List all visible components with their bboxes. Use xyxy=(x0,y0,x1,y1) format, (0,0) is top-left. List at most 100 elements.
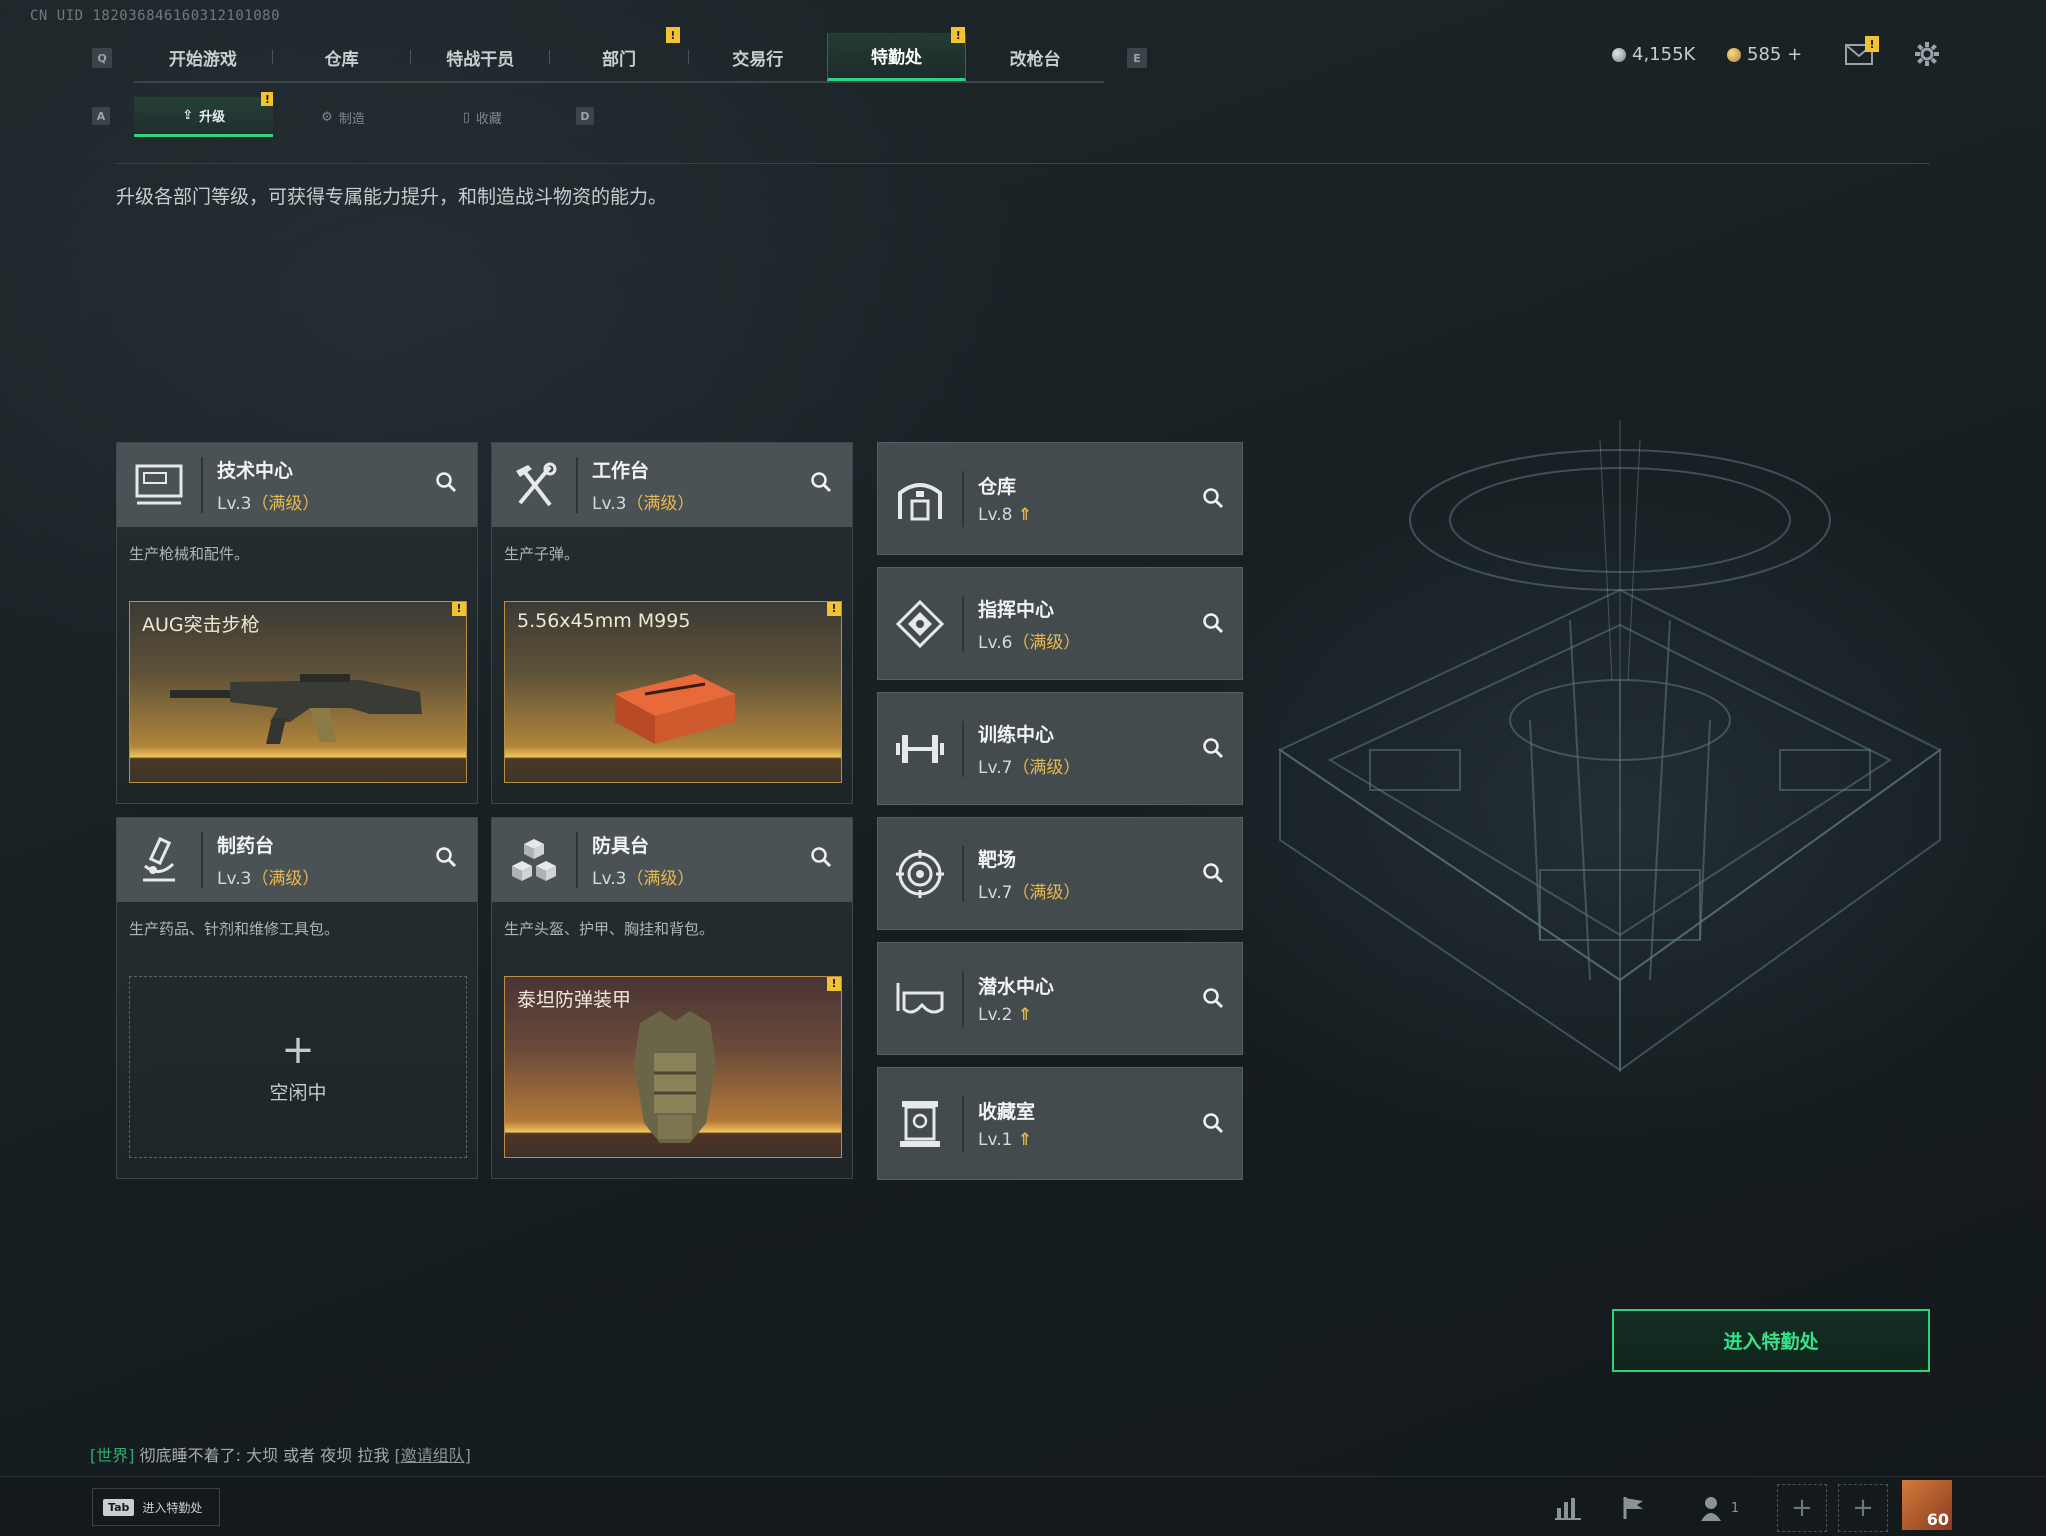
tab-departments-label: 部门 xyxy=(602,49,637,70)
command-emblem-icon xyxy=(878,567,962,680)
coin-icon xyxy=(1727,47,1741,62)
upgrade-arrow-icon: ⇑ xyxy=(1017,1130,1033,1150)
max-level-badge: （满级） xyxy=(626,869,695,889)
search-icon[interactable] xyxy=(810,471,832,497)
avatar[interactable]: 60 xyxy=(1902,1480,1952,1530)
facility-name: 训练中心 xyxy=(978,723,1055,746)
divider xyxy=(962,720,964,777)
tab-departments[interactable]: 部门 ! xyxy=(550,27,688,81)
facility-card-shooting-range[interactable]: 靶场 Lv.7（满级） xyxy=(877,817,1243,930)
hammer-wrench-icon xyxy=(492,443,576,527)
station-card-pharmacy[interactable]: 制药台 Lv.3（满级） 生产药品、针剂和维修工具包。 + 空闲中 xyxy=(116,817,478,1179)
tab-start-game[interactable]: 开始游戏 xyxy=(134,33,272,81)
crafting-item-slot[interactable]: AUG突击步枪 ! xyxy=(129,601,467,783)
subtab-craft-label: 制造 xyxy=(338,111,365,127)
tab-warehouse[interactable]: 仓库 xyxy=(273,33,411,81)
upgrade-icon: ⇪ xyxy=(182,108,194,123)
divider xyxy=(962,470,964,527)
facility-name: 收藏室 xyxy=(978,1101,1036,1123)
dumbbell-icon xyxy=(878,692,962,805)
divider xyxy=(576,457,578,513)
nav-left-key[interactable]: Q xyxy=(92,48,112,68)
station-description: 生产头盔、护甲、胸挂和背包。 xyxy=(504,920,715,938)
upgrade-arrow-icon: ⇑ xyxy=(1017,505,1033,525)
search-icon[interactable] xyxy=(1202,612,1224,638)
station-name: 工作台 xyxy=(592,460,650,482)
search-icon[interactable] xyxy=(1202,487,1224,513)
subtab-upgrade-label: 升级 xyxy=(199,110,226,125)
alert-icon: ! xyxy=(827,602,841,616)
currency-primary: 4,155K xyxy=(1612,44,1695,65)
flag-icon[interactable] xyxy=(1612,1490,1656,1526)
facility-card-warehouse[interactable]: 仓库 Lv.8 ⇑ xyxy=(877,442,1243,555)
facility-name: 潜水中心 xyxy=(978,976,1055,998)
sub-nav: ⇪ 升级 ! ⚙ 制造 ▯ 收藏 xyxy=(134,92,552,137)
facility-card-collection-room[interactable]: 收藏室 Lv.1 ⇑ xyxy=(877,1067,1243,1180)
subtab-craft[interactable]: ⚙ 制造 xyxy=(273,97,412,137)
subtab-collection[interactable]: ▯ 收藏 xyxy=(413,97,552,137)
alert-icon: ! xyxy=(452,602,466,616)
stats-chart-icon[interactable] xyxy=(1546,1490,1590,1526)
collection-icon: ▯ xyxy=(462,109,470,125)
alert-icon: ! xyxy=(1865,36,1879,52)
diving-mask-icon xyxy=(878,942,962,1055)
top-nav: 开始游戏 仓库 特战干员 部门 ! 交易行 特勤处 ! 改枪台 xyxy=(134,27,1104,83)
currency-secondary[interactable]: 585 + xyxy=(1727,44,1802,65)
divider xyxy=(201,457,203,513)
facility-card-diving-center[interactable]: 潜水中心 Lv.2 ⇑ xyxy=(877,942,1243,1055)
page-description: 升级各部门等级，可获得专属能力提升，和制造战斗物资的能力。 xyxy=(116,186,668,208)
friends-button[interactable]: 1 xyxy=(1690,1490,1750,1526)
search-icon[interactable] xyxy=(435,471,457,497)
subtab-upgrade[interactable]: ⇪ 升级 ! xyxy=(134,92,274,137)
tab-shortcut-button[interactable]: Tab 进入特勤处 xyxy=(92,1488,220,1526)
body-armor-icon xyxy=(634,1011,716,1143)
tab-operators[interactable]: 特战干员 xyxy=(411,33,549,81)
rifle-icon xyxy=(170,674,422,744)
station-card-tech-center[interactable]: 技术中心 Lv.3（满级） 生产枪械和配件。 AUG突击步枪 ! xyxy=(116,442,478,804)
add-slot-button[interactable]: + xyxy=(1838,1484,1888,1532)
coin-icon xyxy=(1612,47,1626,62)
invite-team-link[interactable]: [邀请组队] xyxy=(394,1446,471,1465)
chat-channel[interactable]: [世界] xyxy=(90,1446,135,1465)
currency-primary-value: 4,155K xyxy=(1632,44,1696,65)
enter-special-ops-button[interactable]: 进入特勤处 xyxy=(1612,1309,1930,1372)
mail-icon[interactable]: ! xyxy=(1845,36,1879,70)
subnav-left-key[interactable]: A xyxy=(92,107,110,125)
max-level-badge: （满级） xyxy=(1012,757,1081,778)
uid-label: CN UID 182036846160312101080 xyxy=(30,8,281,24)
chat-message: [世界] 彻底睡不着了: 大坝 或者 夜坝 拉我 [邀请组队] xyxy=(90,1442,471,1466)
item-name: 泰坦防弹装甲 xyxy=(517,989,632,1011)
search-icon[interactable] xyxy=(810,846,832,872)
idle-craft-slot[interactable]: + 空闲中 xyxy=(129,976,467,1158)
station-level: Lv.3 xyxy=(217,494,252,514)
search-icon[interactable] xyxy=(1202,737,1224,763)
target-icon xyxy=(878,817,962,930)
search-icon[interactable] xyxy=(1202,1112,1224,1138)
alert-icon: ! xyxy=(951,27,966,43)
search-icon[interactable] xyxy=(435,846,457,872)
cubes-icon xyxy=(492,818,576,902)
facility-level: Lv.8 xyxy=(978,505,1013,525)
crafting-item-slot[interactable]: 5.56x45mm M995 ! xyxy=(504,601,842,783)
settings-gear-icon[interactable] xyxy=(1913,40,1941,72)
station-level: Lv.3 xyxy=(592,869,627,889)
tab-trade[interactable]: 交易行 xyxy=(689,33,827,81)
upgrade-arrow-icon: ⇑ xyxy=(1017,1005,1033,1025)
subnav-right-key[interactable]: D xyxy=(576,107,594,125)
facility-card-command-center[interactable]: 指挥中心 Lv.6（满级） xyxy=(877,567,1243,680)
search-icon[interactable] xyxy=(1202,987,1224,1013)
nav-right-key[interactable]: E xyxy=(1127,48,1147,68)
tab-key-badge: Tab xyxy=(103,1498,135,1516)
facility-name: 仓库 xyxy=(978,476,1017,498)
crafting-item-slot[interactable]: 泰坦防弹装甲 ! xyxy=(504,976,842,1158)
add-slot-button[interactable]: + xyxy=(1777,1484,1827,1532)
station-card-workbench[interactable]: 工作台 Lv.3（满级） 生产子弹。 5.56x45mm M995 ! xyxy=(491,442,853,804)
divider xyxy=(201,832,203,888)
station-card-armor-bench[interactable]: 防具台 Lv.3（满级） 生产头盔、护甲、胸挂和背包。 泰坦防弹装甲 ! xyxy=(491,817,853,1179)
ammo-box-icon xyxy=(615,674,735,744)
tab-gunsmith[interactable]: 改枪台 xyxy=(966,33,1104,81)
facility-card-training-center[interactable]: 训练中心 Lv.7（满级） xyxy=(877,692,1243,805)
tab-special-ops[interactable]: 特勤处 ! xyxy=(826,27,967,81)
tab-shortcut-label: 进入特勤处 xyxy=(142,1500,203,1515)
search-icon[interactable] xyxy=(1202,862,1224,888)
